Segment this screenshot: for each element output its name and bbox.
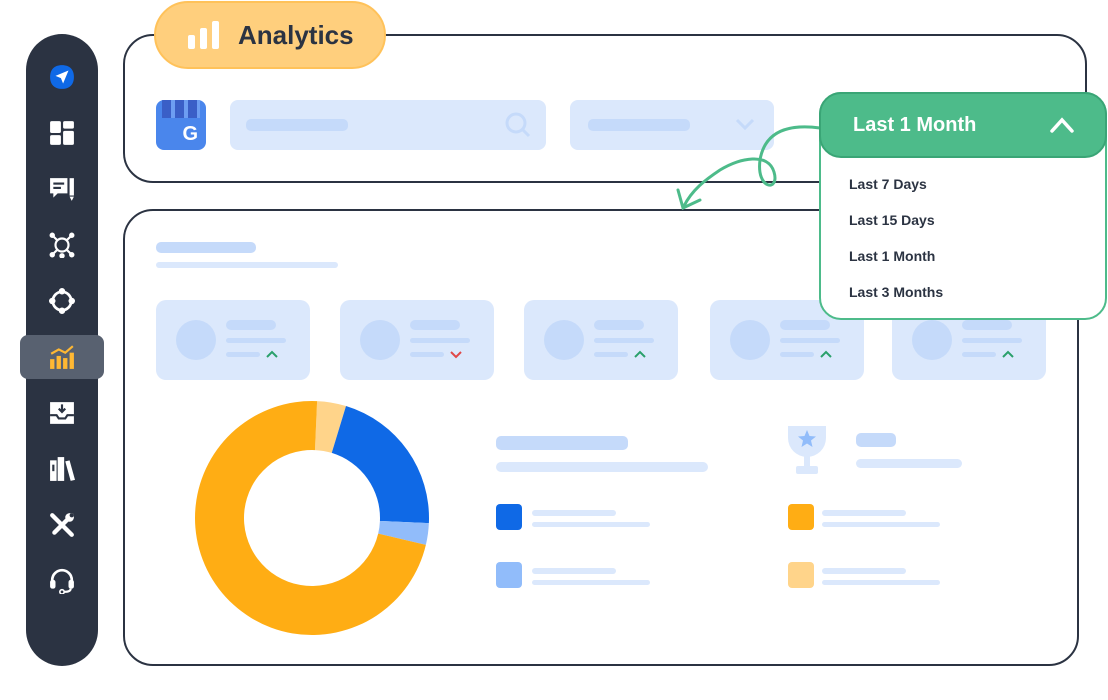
sidebar-item-dashboard[interactable] — [26, 111, 98, 155]
sidebar-item-network[interactable] — [26, 223, 98, 267]
inbox-download-icon — [50, 402, 74, 424]
trend-down-icon — [450, 351, 462, 359]
stat-card[interactable] — [524, 300, 678, 380]
top-item-placeholder — [856, 433, 896, 447]
sidebar-item-cycle[interactable] — [26, 279, 98, 323]
stat-label-placeholder — [962, 338, 1022, 343]
stat-value-placeholder — [226, 320, 276, 330]
stat-value-placeholder — [594, 320, 644, 330]
sidebar-item-chat-edit[interactable] — [26, 167, 98, 211]
stat-icon-placeholder — [176, 320, 216, 360]
date-range-selected[interactable]: Last 1 Month — [819, 92, 1107, 158]
stat-icon-placeholder — [730, 320, 770, 360]
stat-label-placeholder — [410, 338, 470, 343]
stat-label-placeholder — [780, 338, 840, 343]
stat-label-placeholder — [594, 352, 628, 357]
library-icon — [50, 457, 75, 481]
top-item-subtitle-placeholder — [856, 459, 962, 468]
stat-card[interactable] — [340, 300, 494, 380]
donut-segment — [331, 406, 429, 524]
legend-text — [532, 522, 650, 527]
legend-subtitle-placeholder — [496, 462, 708, 472]
trend-up-icon — [266, 350, 278, 358]
cycle-icon — [49, 288, 75, 314]
option-last-7-days[interactable]: Last 7 Days — [849, 176, 927, 192]
trophy-icon — [788, 426, 826, 474]
legend-text — [822, 568, 906, 574]
legend-swatch-blue — [496, 504, 522, 530]
sidebar-item-analytics[interactable] — [20, 335, 104, 379]
stat-icon-placeholder — [912, 320, 952, 360]
chat-edit-icon — [50, 178, 74, 201]
legend-text — [822, 580, 940, 585]
stat-icon-placeholder — [360, 320, 400, 360]
chevron-up-icon — [1050, 117, 1074, 133]
stat-card[interactable] — [156, 300, 310, 380]
legend-text — [822, 510, 906, 516]
paper-plane-icon — [50, 65, 74, 89]
stat-label-placeholder — [226, 338, 286, 343]
stat-value-placeholder — [410, 320, 460, 330]
legend-text — [822, 522, 940, 527]
option-last-3-months[interactable]: Last 3 Months — [849, 284, 943, 300]
option-last-1-month[interactable]: Last 1 Month — [849, 248, 935, 264]
headset-icon — [50, 568, 74, 594]
trend-up-icon — [820, 350, 832, 358]
analytics-badge: Analytics — [154, 1, 386, 69]
legend-title-placeholder — [496, 436, 628, 450]
stat-label-placeholder — [962, 352, 996, 357]
legend-swatch-light-blue — [496, 562, 522, 588]
search-icon — [505, 112, 531, 138]
sidebar-item-tools[interactable] — [26, 503, 98, 547]
search-input[interactable] — [230, 100, 546, 150]
trend-up-icon — [634, 350, 646, 358]
google-business-logo: G — [156, 100, 206, 150]
stat-value-placeholder — [780, 320, 830, 330]
legend-text — [532, 510, 616, 516]
stat-icon-placeholder — [544, 320, 584, 360]
stat-label-placeholder — [594, 338, 654, 343]
stat-label-placeholder — [780, 352, 814, 357]
date-range-dropdown: Last 1 Month Last 7 Days Last 15 Days La… — [819, 92, 1107, 320]
sidebar — [20, 34, 104, 666]
legend-text — [532, 568, 616, 574]
analytics-icon — [50, 345, 74, 369]
legend-swatch-light-orange — [788, 562, 814, 588]
section-subtitle-placeholder — [156, 262, 338, 268]
network-icon — [49, 232, 75, 258]
stat-value-placeholder — [962, 320, 1012, 330]
sidebar-item-inbox-download[interactable] — [26, 391, 98, 435]
selected-value: Last 1 Month — [853, 113, 977, 136]
donut-chart — [195, 401, 429, 635]
stat-label-placeholder — [410, 352, 444, 357]
legend-swatch-orange — [788, 504, 814, 530]
option-last-15-days[interactable]: Last 15 Days — [849, 212, 935, 228]
legend-text — [532, 580, 650, 585]
sidebar-item-library[interactable] — [26, 447, 98, 491]
sidebar-item-paper-plane[interactable] — [26, 55, 98, 99]
stat-label-placeholder — [226, 352, 260, 357]
page-title: Analytics — [238, 19, 354, 50]
dashboard-icon — [50, 121, 74, 145]
bar-chart-icon — [188, 21, 219, 49]
section-title-placeholder — [156, 242, 256, 253]
sidebar-item-headset[interactable] — [26, 559, 98, 603]
arrow-doodle — [676, 125, 822, 211]
tools-icon — [50, 513, 74, 537]
trend-up-icon — [1002, 350, 1014, 358]
